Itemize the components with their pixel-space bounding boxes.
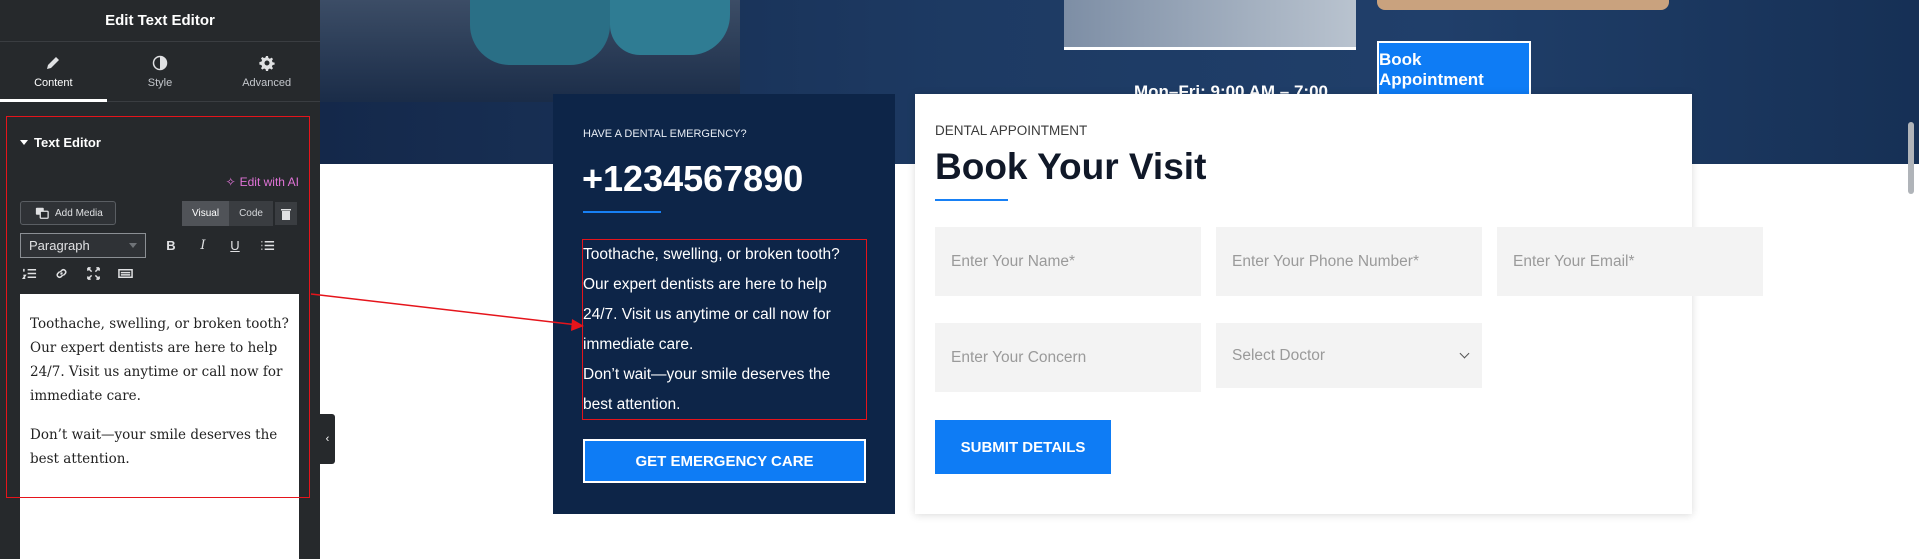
tab-advanced[interactable]: Advanced xyxy=(213,42,320,101)
delete-button[interactable] xyxy=(275,202,297,225)
emergency-text-line: best attention. xyxy=(583,396,681,413)
tab-style[interactable]: Style xyxy=(107,42,214,101)
editor-toolbar-row-1: Paragraph B I U xyxy=(20,233,276,258)
dropdown-arrow-icon xyxy=(129,243,137,248)
format-select-value: Paragraph xyxy=(29,238,90,253)
tab-advanced-label: Advanced xyxy=(242,76,292,89)
email-input[interactable]: Enter Your Email* xyxy=(1497,227,1763,296)
phone-input[interactable]: Enter Your Phone Number* xyxy=(1216,227,1482,296)
collapse-panel-button[interactable]: ‹ xyxy=(320,414,335,464)
bold-icon: B xyxy=(166,238,176,253)
format-select[interactable]: Paragraph xyxy=(20,233,146,258)
caret-down-icon xyxy=(20,140,28,145)
doctor-select-value: Select Doctor xyxy=(1232,346,1326,364)
pencil-icon xyxy=(47,56,60,69)
editor-paragraph-1: Toothache, swelling, or broken tooth? Ou… xyxy=(30,316,289,404)
emergency-text-line: immediate care. xyxy=(583,336,694,353)
visual-code-tabs: Visual Code xyxy=(182,201,273,226)
editor-paragraph-2: Don’t wait—your smile deserves the best … xyxy=(30,427,278,467)
hero-image xyxy=(320,0,740,102)
appointment-title: Book Your Visit xyxy=(935,146,1207,187)
emergency-text-line: 24/7. Visit us anytime or call now for xyxy=(583,306,831,323)
add-media-button[interactable]: Add Media xyxy=(20,201,116,225)
edit-with-ai-button[interactable]: ✧ Edit with AI xyxy=(226,175,299,189)
underline-icon: U xyxy=(230,238,240,253)
submit-details-button[interactable]: SUBMIT DETAILS xyxy=(935,420,1111,474)
text-editor-section-toggle[interactable]: Text Editor xyxy=(20,135,101,150)
sparkle-icon: ✧ xyxy=(225,175,236,189)
doctor-select[interactable]: Select Doctor xyxy=(1216,323,1482,388)
chevron-down-icon xyxy=(1459,348,1470,359)
title-underline xyxy=(583,211,661,213)
hero-photo-figure xyxy=(610,0,730,55)
emergency-text: Toothache, swelling, or broken tooth? Ou… xyxy=(583,240,883,420)
keyboard-icon xyxy=(117,268,133,278)
link-icon xyxy=(56,268,66,278)
get-emergency-care-button[interactable]: GET EMERGENCY CARE xyxy=(583,439,866,483)
hero-photo-figure xyxy=(470,0,610,65)
editor-panel: Edit Text Editor Content Style Advanced … xyxy=(0,0,320,559)
toolbar-toggle-button[interactable] xyxy=(116,264,134,282)
name-input[interactable]: Enter Your Name* xyxy=(935,227,1201,296)
fullscreen-button[interactable] xyxy=(84,264,102,282)
page-scrollbar[interactable] xyxy=(1908,122,1914,194)
bullet-list-icon xyxy=(260,241,274,250)
chevron-left-icon: ‹ xyxy=(325,433,330,445)
tab-content[interactable]: Content xyxy=(0,42,107,102)
italic-button[interactable]: I xyxy=(194,237,212,255)
emergency-card: HAVE A DENTAL EMERGENCY? +1234567890 Too… xyxy=(553,94,895,514)
photo-divider xyxy=(1064,47,1356,50)
gear-icon xyxy=(259,55,275,71)
bold-button[interactable]: B xyxy=(162,237,180,255)
panel-title: Edit Text Editor xyxy=(0,0,320,42)
rich-text-editor[interactable]: Toothache, swelling, or broken tooth? Ou… xyxy=(20,294,299,559)
clinic-photo xyxy=(1064,0,1356,50)
title-underline xyxy=(935,199,1008,201)
emergency-label: HAVE A DENTAL EMERGENCY? xyxy=(583,128,747,140)
tab-content-label: Content xyxy=(34,76,73,89)
italic-icon: I xyxy=(200,238,206,253)
underline-button[interactable]: U xyxy=(226,237,244,255)
editor-toolbar-row-2 xyxy=(20,264,134,282)
section-title-label: Text Editor xyxy=(34,135,101,150)
visual-tab[interactable]: Visual xyxy=(182,201,230,226)
hero-photo-edge xyxy=(1377,0,1669,10)
emergency-text-line: Our expert dentists are here to help xyxy=(583,276,827,293)
edit-with-ai-label: Edit with AI xyxy=(239,175,299,189)
emergency-text-line: Toothache, swelling, or broken tooth? xyxy=(583,246,840,263)
emergency-phone[interactable]: +1234567890 xyxy=(582,158,803,200)
book-appointment-button[interactable]: Book Appointment xyxy=(1377,41,1531,98)
contrast-icon xyxy=(152,55,168,70)
media-icon xyxy=(35,207,49,219)
emergency-text-line: Don’t wait—your smile deserves the xyxy=(583,366,831,383)
panel-tabs: Content Style Advanced xyxy=(0,42,320,102)
trash-icon xyxy=(281,208,291,220)
appointment-label: DENTAL APPOINTMENT xyxy=(935,123,1088,138)
tab-style-label: Style xyxy=(147,76,173,89)
appointment-form-card: DENTAL APPOINTMENT Book Your Visit Enter… xyxy=(915,94,1763,514)
numbered-list-icon xyxy=(21,268,36,279)
fullscreen-icon xyxy=(86,266,100,280)
numbered-list-button[interactable] xyxy=(20,264,38,282)
link-button[interactable] xyxy=(52,264,70,282)
bullet-list-button[interactable] xyxy=(258,237,276,255)
concern-input[interactable]: Enter Your Concern xyxy=(935,323,1201,392)
add-media-label: Add Media xyxy=(55,207,103,219)
code-tab[interactable]: Code xyxy=(229,201,273,226)
